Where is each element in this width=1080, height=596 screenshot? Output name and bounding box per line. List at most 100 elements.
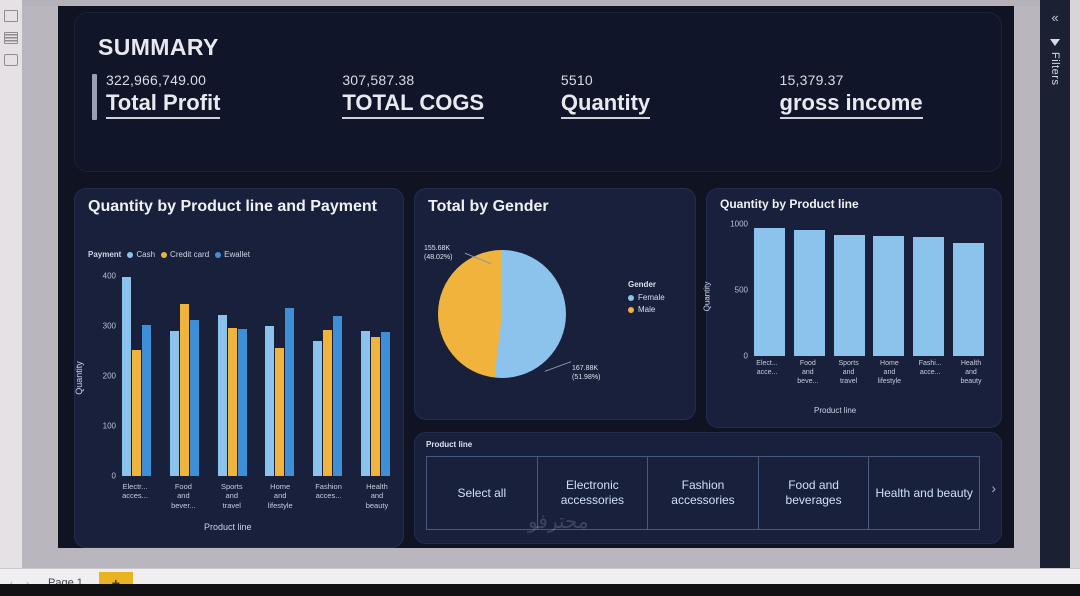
bar[interactable] bbox=[952, 243, 984, 356]
bar[interactable] bbox=[142, 325, 151, 476]
legend-item-female[interactable]: Female bbox=[628, 293, 665, 302]
plot-area bbox=[754, 224, 984, 356]
bar[interactable] bbox=[323, 330, 333, 476]
y-axis-tick: 1000 bbox=[730, 219, 748, 229]
slicer-next-chevron-icon[interactable]: › bbox=[991, 480, 996, 496]
slicer-tile[interactable]: Health and beauty bbox=[868, 456, 980, 530]
bar[interactable] bbox=[189, 320, 199, 476]
filters-pane-label-group[interactable]: Filters bbox=[1040, 39, 1070, 85]
table-view-icon[interactable] bbox=[4, 32, 18, 44]
slicer-tiles: Select all Electronic accessories Fashion … bbox=[426, 456, 980, 530]
visual-title: Quantity by Product line bbox=[720, 197, 859, 211]
kpi-value: 322,966,749.00 bbox=[106, 72, 207, 88]
y-axis-title: Quantity bbox=[73, 361, 84, 395]
legend-swatch bbox=[628, 306, 634, 313]
visual-title: Quantity by Product line and Payment bbox=[88, 198, 377, 215]
y-axis-title: Quantity bbox=[702, 281, 712, 312]
kpi-value: 15,379.37 bbox=[779, 72, 844, 88]
kpi-label: Total Profit bbox=[106, 90, 221, 119]
bar[interactable] bbox=[754, 227, 785, 356]
bar[interactable] bbox=[179, 303, 189, 476]
watermark: محترفو bbox=[528, 511, 589, 533]
x-axis-title: Product line bbox=[814, 406, 857, 415]
y-axis-tick: 0 bbox=[743, 351, 748, 361]
model-view-icon[interactable] bbox=[4, 54, 18, 66]
bar-group bbox=[265, 276, 295, 476]
kpi-row: 322,966,749.00 Total Profit 307,587.38 T… bbox=[92, 72, 992, 120]
bar-group bbox=[122, 276, 151, 476]
y-axis-tick: 0 bbox=[111, 471, 116, 481]
x-axis-label: Food and bever... bbox=[171, 482, 196, 510]
slicer-title: Product line bbox=[426, 440, 473, 449]
pie-label-value: 167.88K bbox=[572, 365, 599, 372]
slicer-tile[interactable]: Food and beverages bbox=[757, 456, 869, 530]
bar[interactable] bbox=[873, 235, 905, 356]
bar[interactable] bbox=[227, 327, 237, 476]
bar[interactable] bbox=[333, 316, 343, 476]
y-axis-tick: 400 bbox=[102, 271, 116, 281]
kpi-total-profit[interactable]: 322,966,749.00 Total Profit bbox=[92, 72, 328, 120]
legend-item-male[interactable]: Male bbox=[628, 305, 665, 314]
x-axis-label: Home and lifestyle bbox=[877, 360, 902, 385]
left-app-rail bbox=[0, 0, 22, 568]
kpi-value: 307,587.38 bbox=[342, 72, 415, 88]
legend-item-credit-card[interactable]: Credit card bbox=[161, 250, 209, 259]
bar[interactable] bbox=[169, 331, 179, 476]
x-axis-label: Sports and travel bbox=[838, 360, 859, 385]
funnel-icon bbox=[1050, 39, 1060, 46]
bar[interactable] bbox=[313, 340, 323, 476]
bar[interactable] bbox=[360, 330, 370, 476]
y-axis-tick: 200 bbox=[102, 371, 116, 381]
chevron-double-left-icon[interactable]: « bbox=[1040, 10, 1070, 25]
bar[interactable] bbox=[380, 332, 390, 476]
bar-group bbox=[360, 276, 390, 476]
kpi-total-cogs[interactable]: 307,587.38 TOTAL COGS bbox=[328, 72, 547, 119]
legend-item-cash[interactable]: Cash bbox=[127, 250, 155, 259]
summary-card: SUMMARY 322,966,749.00 Total Profit 307,… bbox=[74, 12, 1002, 172]
x-axis-label: Fashi... acce... bbox=[918, 360, 942, 376]
plot-area bbox=[122, 276, 390, 476]
slicer-tile[interactable]: Fashion accessories bbox=[647, 456, 758, 530]
bar[interactable] bbox=[122, 277, 131, 476]
x-axis-label: Elect... acce... bbox=[756, 360, 778, 376]
filters-rail[interactable]: « Filters bbox=[1040, 0, 1070, 568]
bar[interactable] bbox=[217, 315, 227, 476]
bar[interactable] bbox=[275, 347, 285, 476]
pie-legend: Gender Female Male bbox=[628, 280, 665, 314]
visual-title: Total by Gender bbox=[428, 198, 549, 215]
x-axis-title: Product line bbox=[204, 522, 252, 532]
visual-quantity-by-productline-and-payment[interactable]: Quantity by Product line and Payment Pay… bbox=[74, 188, 404, 548]
pie-chart[interactable] bbox=[438, 250, 566, 378]
visual-total-by-gender[interactable]: Total by Gender 155.68K (48.02%) 167.88K… bbox=[414, 188, 696, 420]
legend-swatch bbox=[127, 251, 134, 258]
chart-legend: Payment Cash Credit card Ewallet bbox=[88, 250, 250, 259]
legend-item-ewallet[interactable]: Ewallet bbox=[215, 250, 250, 259]
slicer-product-line[interactable]: Product line Select all Electronic access… bbox=[414, 432, 1002, 544]
visual-quantity-by-productline[interactable]: Quantity by Product line 0 500 1000 Quanti… bbox=[702, 188, 1002, 450]
legend-label: Ewallet bbox=[224, 250, 250, 259]
bar[interactable] bbox=[913, 236, 945, 356]
x-axis-label: Electr... acces... bbox=[122, 482, 148, 501]
legend-label: Male bbox=[638, 305, 656, 314]
legend-swatch bbox=[628, 294, 634, 301]
kpi-label: gross income bbox=[779, 90, 923, 119]
x-axis-label: Sports and travel bbox=[220, 482, 243, 510]
filters-label: Filters bbox=[1049, 52, 1061, 86]
kpi-gross-income[interactable]: 15,379.37 gross income bbox=[766, 72, 992, 119]
report-view-icon[interactable] bbox=[4, 10, 18, 22]
kpi-quantity[interactable]: 5510 Quantity bbox=[547, 72, 766, 119]
bar[interactable] bbox=[265, 325, 275, 476]
kpi-label: TOTAL COGS bbox=[342, 90, 485, 119]
bar[interactable] bbox=[370, 337, 380, 476]
bar[interactable] bbox=[833, 234, 865, 356]
slicer-tile[interactable]: Select all bbox=[426, 456, 537, 530]
bar[interactable] bbox=[793, 230, 825, 356]
bar[interactable] bbox=[237, 328, 247, 476]
pie-label-female: 167.88K (51.98%) bbox=[572, 364, 600, 382]
bar-group bbox=[217, 276, 247, 476]
report-canvas: SUMMARY 322,966,749.00 Total Profit 307,… bbox=[58, 6, 1014, 548]
bar[interactable] bbox=[285, 308, 295, 476]
bar[interactable] bbox=[132, 349, 141, 476]
x-axis-label: Food and beve... bbox=[797, 360, 819, 385]
y-axis-tick: 500 bbox=[734, 285, 748, 295]
